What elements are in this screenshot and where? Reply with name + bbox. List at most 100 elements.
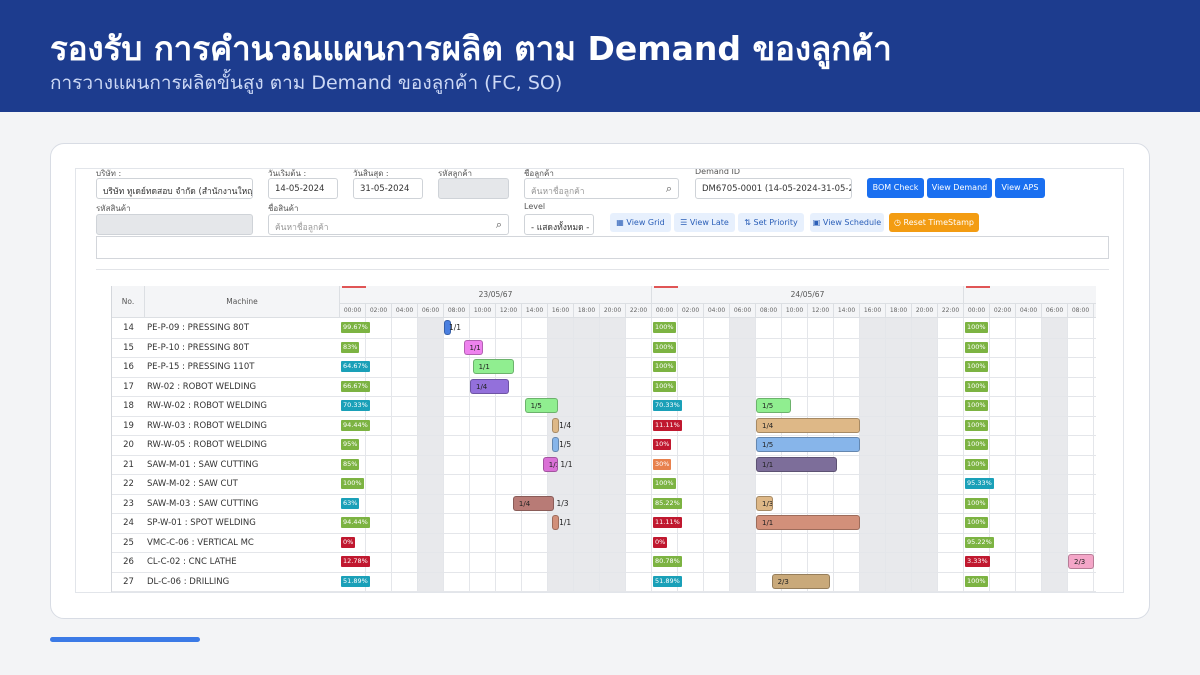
job-bar-label: 1/4 — [559, 420, 572, 430]
job-bar[interactable]: 1/5 — [756, 398, 792, 413]
grid-icon: ▦ — [616, 218, 627, 227]
level-label: Level — [524, 202, 546, 211]
set-priority-button[interactable]: ⇅ Set Priority — [738, 213, 804, 232]
hour-label: 08:00 — [756, 304, 782, 318]
job-bar[interactable]: 1/1 — [472, 359, 515, 374]
utilization-badge: 51.89% — [653, 575, 682, 587]
search-icon[interactable]: ⌕ — [666, 182, 672, 196]
hour-label: 12:00 — [808, 304, 834, 318]
row-number: 15 — [123, 342, 134, 353]
view-aps-button[interactable]: View APS — [995, 178, 1045, 198]
view-schedule-button[interactable]: ▣ View Schedule — [810, 213, 884, 232]
calendar-icon: ▣ — [812, 218, 823, 227]
start-date-input[interactable]: 14-05-2024 — [268, 178, 338, 199]
utilization-badge: 85.22% — [653, 497, 682, 509]
utilization-badge: 100% — [653, 322, 676, 333]
utilization-badge: 100% — [965, 439, 988, 450]
customer-code-input[interactable] — [438, 178, 509, 199]
machine-name: SAW-M-03 : SAW CUTTING — [147, 498, 259, 509]
job-bar[interactable]: 1/4 — [470, 378, 509, 394]
job-bar[interactable]: 1/1 — [756, 456, 837, 472]
hour-label: 12:00 — [496, 304, 522, 318]
utilization-badge: 99.67% — [341, 322, 370, 333]
customer-search-placeholder: ค้นหาชื่อลูกค้า — [531, 187, 585, 197]
company-select[interactable]: บริษัท ทูเดย์ทดสอบ จำกัด (สำนักงานใหญ่) — [96, 178, 253, 199]
product-search-input[interactable]: ค้นหาชื่อลูกค้า ⌕ — [268, 214, 509, 235]
row-divider — [112, 435, 1096, 436]
demand-id-select[interactable]: DM6705-0001 (14-05-2024-31-05-2024) — [695, 178, 852, 199]
machine-name: SP-W-01 : SPOT WELDING — [147, 518, 256, 528]
job-bar[interactable]: 1/4 — [756, 417, 860, 433]
machine-name: VMC-C-06 : VERTICAL MC — [147, 537, 254, 548]
machine-name: RW-W-05 : ROBOT WELDING — [147, 440, 267, 450]
day-marker — [342, 286, 366, 288]
utilization-badge: 100% — [653, 478, 676, 489]
utilization-badge: 64.67% — [341, 361, 370, 372]
job-bar[interactable]: 1/4 — [512, 495, 555, 511]
header-no: No. — [112, 286, 145, 318]
job-bar[interactable]: 1/1 — [756, 515, 860, 530]
reset-timestamp-label: Reset TimeStamp — [903, 218, 974, 227]
row-divider — [112, 396, 1096, 397]
view-demand-button[interactable]: View Demand — [927, 178, 992, 198]
search-icon[interactable]: ⌕ — [496, 218, 502, 232]
hour-label: 16:00 — [860, 304, 886, 318]
job-bar-label: 1/1 — [449, 323, 462, 332]
utilization-badge: 100% — [965, 497, 988, 509]
hour-label: 20:00 — [600, 304, 626, 318]
job-bar[interactable]: 1/3 — [542, 456, 559, 472]
gantt-chart: No. Machine 23/05/67 00:00 02:00 04:00 06:00… — [111, 286, 1096, 592]
row-number: 18 — [123, 401, 134, 411]
end-date-input[interactable]: 31-05-2024 — [353, 178, 423, 199]
job-bar[interactable]: 1/3 — [756, 495, 773, 511]
utilization-badge: 100% — [653, 341, 676, 353]
hour-label: 02:00 — [678, 304, 704, 318]
row-divider — [112, 454, 1096, 456]
utilization-badge: 100% — [965, 322, 988, 333]
level-select[interactable]: - แสดงทั้งหมด - — [524, 214, 594, 235]
job-bar[interactable] — [551, 515, 559, 530]
view-grid-button[interactable]: ▦ View Grid — [610, 213, 671, 232]
bom-check-button[interactable]: BOM Check — [867, 178, 924, 198]
job-bar[interactable]: 1/5 — [524, 398, 559, 413]
job-bar-label: 1/1 — [559, 518, 572, 527]
product-code-input[interactable] — [96, 214, 253, 235]
job-bar[interactable]: 2/3 — [1068, 554, 1094, 569]
list-icon: ☰ — [680, 218, 690, 227]
utilization-badge: 94.44% — [341, 517, 370, 528]
job-bar[interactable] — [551, 437, 559, 452]
job-bar[interactable] — [551, 417, 559, 433]
utilization-badge: 100% — [965, 341, 988, 353]
hour-label: 14:00 — [834, 304, 860, 318]
hour-label: 16:00 — [548, 304, 574, 318]
job-bar[interactable]: 2/3 — [771, 573, 831, 589]
row-number: 19 — [123, 420, 134, 431]
utilization-badge: 10% — [653, 439, 672, 450]
utilization-badge: 100% — [965, 458, 988, 470]
hour-label: 22:00 — [626, 304, 652, 318]
reset-timestamp-button[interactable]: ◷ Reset TimeStamp — [889, 213, 979, 232]
utilization-badge: 80.78% — [653, 556, 682, 567]
priority-icon: ⇅ — [744, 218, 754, 227]
row-divider — [112, 357, 1096, 358]
row-number: 25 — [123, 537, 134, 548]
hour-label: 18:00 — [886, 304, 912, 318]
job-bar[interactable]: 1/1 — [463, 339, 483, 355]
utilization-badge: 100% — [965, 419, 988, 431]
hour-label: 02:00 — [366, 304, 392, 318]
job-bar[interactable]: 1/5 — [756, 437, 860, 452]
utilization-badge: 100% — [653, 361, 676, 372]
hour-label: 04:00 — [704, 304, 730, 318]
job-bar-label: 1/1 — [560, 459, 573, 469]
hour-label: 00:00 — [652, 304, 678, 318]
utilization-badge: 0% — [653, 536, 668, 548]
view-late-button[interactable]: ☰ View Late — [674, 213, 735, 232]
machine-name: SAW-M-01 : SAW CUTTING — [147, 459, 259, 470]
hour-label: 06:00 — [418, 304, 444, 318]
row-divider — [112, 571, 1096, 573]
customer-search-input[interactable]: ค้นหาชื่อลูกค้า ⌕ — [524, 178, 679, 199]
hour-label: 14:00 — [522, 304, 548, 318]
row-divider — [112, 513, 1096, 514]
utilization-badge: 63% — [341, 497, 360, 509]
row-number: 14 — [123, 323, 134, 333]
